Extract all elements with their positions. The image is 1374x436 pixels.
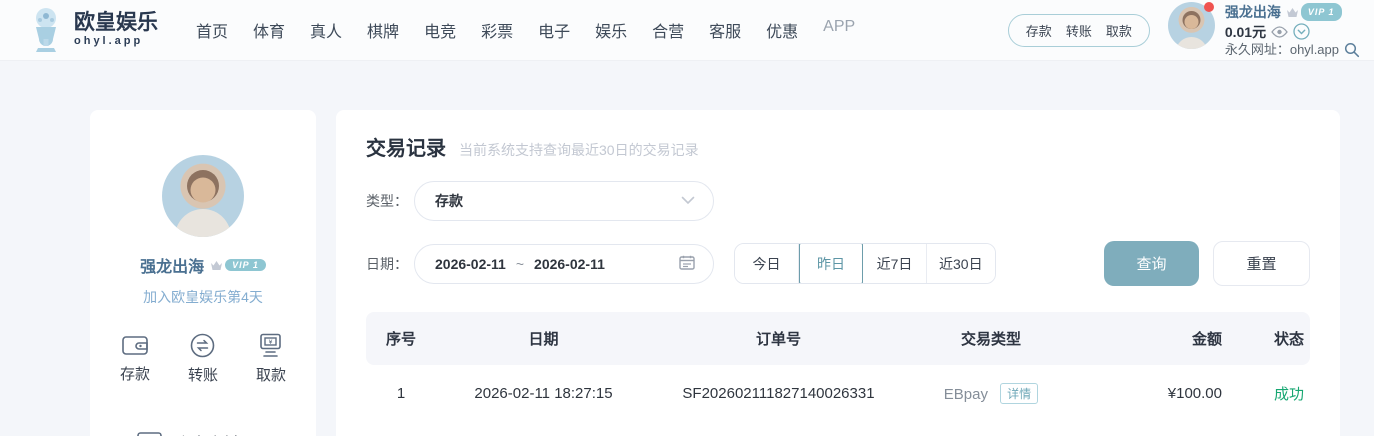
sidebar-vip-badge: VIP 1 bbox=[210, 259, 266, 271]
nav-item-partner[interactable]: 合营 bbox=[652, 18, 684, 42]
col-amount: 金额 bbox=[1076, 328, 1226, 349]
trophy-logo-icon bbox=[26, 7, 66, 53]
sidebar-username: 强龙出海 bbox=[140, 253, 204, 277]
type-select-value: 存款 bbox=[435, 191, 463, 211]
status-badge: 成功 bbox=[1226, 383, 1310, 404]
nav-item-promos[interactable]: 优惠 bbox=[766, 18, 798, 42]
notification-dot bbox=[1204, 2, 1214, 12]
range-yesterday-button[interactable]: 昨日 bbox=[799, 243, 863, 284]
sidebar-menu: 个人资料 VIP特权 bbox=[90, 415, 316, 436]
nav-item-home[interactable]: 首页 bbox=[196, 18, 228, 42]
refresh-balance-icon[interactable] bbox=[1293, 23, 1310, 40]
nav-item-cards[interactable]: 棋牌 bbox=[367, 18, 399, 42]
page-title: 交易记录 bbox=[366, 132, 446, 161]
crown-small-icon bbox=[1286, 7, 1299, 18]
main-nav: 首页 体育 真人 棋牌 电竞 彩票 电子 娱乐 合营 客服 优惠 APP bbox=[196, 18, 855, 42]
transaction-records-panel: 交易记录 当前系统支持查询最近30日的交易记录 类型： 存款 日期： 2026-… bbox=[336, 110, 1340, 436]
quick-action-label: 存款 bbox=[120, 363, 150, 384]
nav-item-lottery[interactable]: 彩票 bbox=[481, 18, 513, 42]
range-7days-button[interactable]: 近7日 bbox=[863, 244, 927, 283]
cell-order-no: SF202602111827140026331 bbox=[651, 385, 906, 402]
quick-action-label: 取款 bbox=[256, 364, 286, 385]
nav-item-slots[interactable]: 电子 bbox=[538, 18, 570, 42]
vip-level-label: VIP 1 bbox=[1301, 3, 1342, 21]
cell-index: 1 bbox=[366, 385, 436, 402]
profile-sidebar: 强龙出海 VIP 1 加入欧皇娱乐第4天 存款 转账 bbox=[90, 110, 316, 436]
nav-item-support[interactable]: 客服 bbox=[709, 18, 741, 42]
calendar-icon bbox=[679, 255, 695, 273]
sidebar-withdraw-button[interactable]: ¥ 取款 bbox=[256, 333, 286, 385]
eye-icon[interactable] bbox=[1271, 26, 1288, 38]
search-icon[interactable] bbox=[1344, 42, 1360, 58]
logo-domain: ohyl.app bbox=[74, 36, 158, 48]
nav-item-entertainment[interactable]: 娱乐 bbox=[595, 18, 627, 42]
cell-type: EBpay 详情 bbox=[906, 383, 1076, 404]
range-today-button[interactable]: 今日 bbox=[735, 244, 799, 283]
date-filter-label: 日期： bbox=[366, 254, 414, 274]
sidebar-deposit-button[interactable]: 存款 bbox=[120, 333, 150, 385]
id-card-icon bbox=[137, 432, 162, 436]
profile-avatar bbox=[162, 155, 244, 237]
quick-range-group: 今日 昨日 近7日 近30日 bbox=[734, 243, 996, 284]
wallet-icon bbox=[122, 333, 148, 357]
deposit-link[interactable]: 存款 bbox=[1026, 21, 1052, 40]
sidebar-quick-actions: 存款 转账 ¥ 取款 bbox=[90, 333, 316, 385]
transactions-table: 序号 日期 订单号 交易类型 金额 状态 1 2026-02-11 18:27:… bbox=[366, 312, 1310, 421]
cell-amount: ¥100.00 bbox=[1076, 385, 1226, 402]
top-header: 欧皇娱乐 ohyl.app 首页 体育 真人 棋牌 电竞 彩票 电子 娱乐 合营… bbox=[0, 0, 1374, 61]
table-header: 序号 日期 订单号 交易类型 金额 状态 bbox=[366, 312, 1310, 365]
page-subtitle: 当前系统支持查询最近30日的交易记录 bbox=[459, 140, 699, 160]
permanent-url-label: 永久网址：ohyl.app bbox=[1225, 42, 1339, 58]
range-30days-button[interactable]: 近30日 bbox=[927, 244, 995, 283]
wallet-actions-group: 存款 转账 取款 bbox=[1008, 14, 1150, 47]
join-days-text: 加入欧皇娱乐第4天 bbox=[90, 287, 316, 307]
table-row: 1 2026-02-11 18:27:15 SF2026021118271400… bbox=[366, 365, 1310, 421]
date-separator: ~ bbox=[516, 256, 524, 272]
user-block: 强龙出海 VIP 1 0.01元 永久网址：ohyl.app bbox=[1168, 2, 1360, 58]
crown-small-icon bbox=[210, 260, 223, 271]
date-to-value: 2026-02-11 bbox=[534, 256, 605, 272]
svg-text:¥: ¥ bbox=[269, 339, 273, 346]
col-date: 日期 bbox=[436, 328, 651, 349]
withdraw-link[interactable]: 取款 bbox=[1106, 21, 1132, 40]
payment-type-label: EBpay bbox=[944, 386, 988, 403]
withdraw-icon: ¥ bbox=[258, 333, 283, 358]
sidebar-transfer-button[interactable]: 转账 bbox=[188, 333, 218, 385]
col-index: 序号 bbox=[366, 328, 436, 349]
transfer-icon bbox=[190, 333, 215, 358]
chevron-down-icon bbox=[681, 192, 695, 210]
username[interactable]: 强龙出海 bbox=[1225, 4, 1281, 20]
col-status: 状态 bbox=[1226, 328, 1310, 349]
nav-item-app[interactable]: APP bbox=[823, 18, 855, 42]
transfer-link[interactable]: 转账 bbox=[1066, 21, 1092, 40]
col-type: 交易类型 bbox=[906, 328, 1076, 349]
date-range-input[interactable]: 2026-02-11 ~ 2026-02-11 bbox=[414, 244, 714, 284]
cell-date: 2026-02-11 18:27:15 bbox=[436, 385, 651, 402]
type-filter-label: 类型： bbox=[366, 191, 414, 211]
nav-item-sports[interactable]: 体育 bbox=[253, 18, 285, 42]
nav-item-live[interactable]: 真人 bbox=[310, 18, 342, 42]
balance-amount: 0.01元 bbox=[1225, 24, 1266, 40]
page-body: 强龙出海 VIP 1 加入欧皇娱乐第4天 存款 转账 bbox=[0, 61, 1374, 436]
sidebar-item-profile[interactable]: 个人资料 bbox=[90, 415, 316, 436]
site-logo[interactable]: 欧皇娱乐 ohyl.app bbox=[26, 7, 158, 53]
search-button[interactable]: 查询 bbox=[1104, 241, 1199, 286]
detail-button[interactable]: 详情 bbox=[1000, 383, 1038, 404]
nav-item-esports[interactable]: 电竞 bbox=[424, 18, 456, 42]
reset-button[interactable]: 重置 bbox=[1213, 241, 1310, 286]
col-order-no: 订单号 bbox=[651, 328, 906, 349]
date-from-value: 2026-02-11 bbox=[435, 256, 506, 272]
type-select[interactable]: 存款 bbox=[414, 181, 714, 221]
sidebar-item-label: 个人资料 bbox=[175, 430, 239, 436]
sidebar-vip-label: VIP 1 bbox=[225, 259, 266, 271]
vip-badge: VIP 1 bbox=[1286, 3, 1342, 21]
logo-title: 欧皇娱乐 bbox=[74, 12, 158, 34]
quick-action-label: 转账 bbox=[188, 364, 218, 385]
